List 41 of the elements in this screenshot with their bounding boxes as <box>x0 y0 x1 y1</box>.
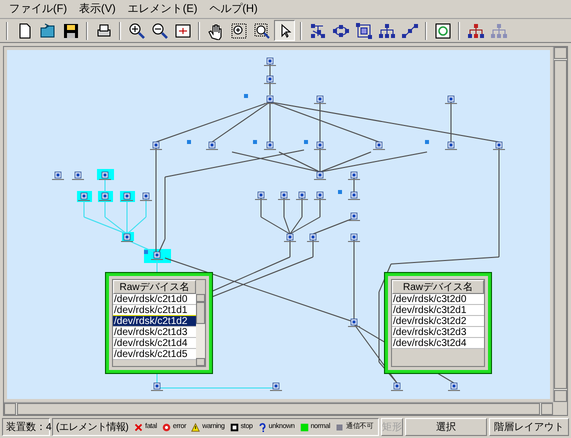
vertical-scrollbar[interactable] <box>553 47 567 402</box>
menu-item[interactable]: 表示(V) <box>74 0 121 18</box>
column-header[interactable]: Rawデバイス名 <box>113 280 196 294</box>
tree-layout-icon <box>308 22 326 40</box>
table-row[interactable]: /dev/rdsk/c2t1d2 <box>113 316 196 327</box>
column-header[interactable]: Rawデバイス名 <box>392 280 484 294</box>
printer-icon <box>94 22 112 40</box>
table-row[interactable]: /dev/rdsk/c2t1d1 <box>113 305 196 316</box>
table-row[interactable]: /dev/rdsk/c3t2d3 <box>392 327 484 338</box>
status-button[interactable]: 選択 <box>405 418 487 436</box>
table-row[interactable]: /dev/rdsk/c2t1d4 <box>113 338 196 349</box>
refresh-icon <box>434 22 452 40</box>
fit-to-window-icon <box>174 22 192 40</box>
hand-icon <box>206 22 224 40</box>
status-button[interactable]: 階層レイアウト <box>489 418 569 436</box>
table-row[interactable]: /dev/rdsk/c2t1d0 <box>113 294 196 305</box>
table-row[interactable]: /dev/rdsk/c3t2d1 <box>392 305 484 316</box>
horizontal-scrollbar[interactable] <box>4 402 553 415</box>
table-row[interactable]: /dev/rdsk/c3t2d4 <box>392 338 484 349</box>
toolbar-button[interactable] <box>353 20 374 41</box>
table-scrollbar[interactable] <box>196 294 205 366</box>
hierarchy-icon <box>378 22 396 40</box>
zoom-in-icon <box>128 22 146 40</box>
table-row[interactable]: /dev/rdsk/c2t1d3 <box>113 327 196 338</box>
zoom-area-icon <box>230 22 248 40</box>
hierarchy-icon <box>466 22 484 40</box>
menu-item[interactable]: エレメント(E) <box>122 0 202 18</box>
device-count: 装置数：4 <box>2 418 50 436</box>
table-row[interactable]: /dev/rdsk/c2t1d5 <box>113 349 196 360</box>
toolbar-button[interactable] <box>274 20 295 41</box>
hierarchy-icon <box>490 22 508 40</box>
zoom-out-icon <box>150 22 168 40</box>
table-row[interactable]: /dev/rdsk/c3t2d2 <box>392 316 484 327</box>
folder-icon <box>38 22 56 40</box>
table-row[interactable]: /dev/rdsk/c3t2d0 <box>392 294 484 305</box>
menu-item[interactable]: ファイル(F) <box>4 0 72 18</box>
diagonal-layout-icon <box>400 22 418 40</box>
box-layout-icon <box>354 22 372 40</box>
zoom-window-icon <box>252 22 270 40</box>
menu-item[interactable]: ヘルプ(H) <box>204 0 263 18</box>
element-info-label: (エレメント情報) <box>56 420 128 434</box>
